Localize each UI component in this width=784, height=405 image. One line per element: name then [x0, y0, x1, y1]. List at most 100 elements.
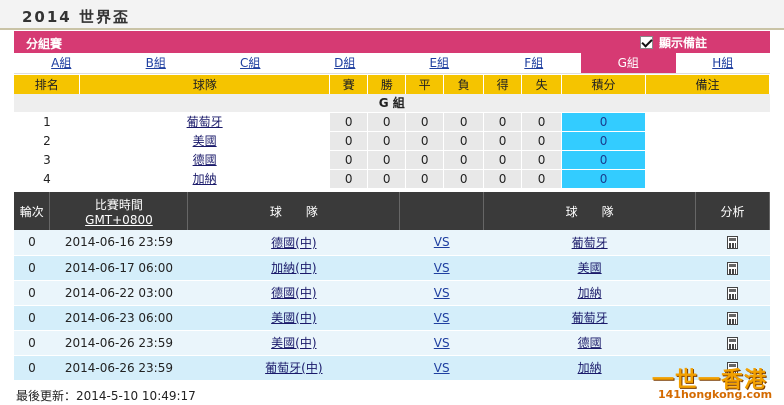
col-rank: 排名 [14, 75, 81, 94]
show-remarks-checkbox[interactable] [640, 36, 653, 49]
calculator-icon[interactable] [727, 336, 739, 350]
tab-group-f[interactable]: F組 [487, 53, 582, 73]
away-team-link[interactable]: 加納 [578, 286, 602, 300]
page-title: 2014 世界盃 [22, 8, 130, 26]
show-remarks-toggle[interactable]: 顯示備註 [640, 34, 707, 51]
tab-group-h[interactable]: H組 [676, 53, 771, 73]
tab-group-g[interactable]: G組 [581, 53, 676, 73]
col-goals-against: 失 [521, 75, 563, 94]
won: 0 [367, 168, 407, 189]
stage-bar: 分組賽 顯示備註 [14, 31, 770, 53]
home-team-link[interactable]: 葡萄牙(中) [265, 361, 322, 375]
home-team-link[interactable]: 德國(中) [271, 236, 316, 250]
goals-against: 0 [521, 111, 563, 132]
calculator-icon[interactable] [727, 236, 739, 250]
col-points: 積分 [561, 75, 646, 94]
home-team-link[interactable]: 美國(中) [271, 311, 316, 325]
col-vs [399, 192, 485, 230]
vs-link[interactable]: VS [434, 286, 450, 300]
watermark-logo: 一世一香港 141hongkong.com [652, 362, 782, 404]
standings-row: 3 德國 0 0 0 0 0 0 0 [14, 149, 770, 170]
points: 0 [561, 111, 646, 132]
round: 0 [14, 255, 50, 281]
show-remarks-label: 顯示備註 [659, 36, 708, 50]
col-match-time: 比賽時間 GMT+0800 [49, 192, 189, 230]
team-link[interactable]: 德國 [193, 153, 217, 167]
match-time: 2014-06-26 23:59 [49, 330, 188, 356]
col-round: 輪次 [14, 192, 51, 230]
vs-link[interactable]: VS [434, 311, 450, 325]
points: 0 [561, 149, 646, 170]
won: 0 [367, 130, 407, 151]
match-row: 0 2014-06-26 23:59 美國(中) VS 德國 [14, 330, 770, 356]
tab-group-e[interactable]: E組 [392, 53, 487, 73]
col-team: 球隊 [79, 75, 331, 94]
played: 0 [329, 149, 369, 170]
goals-for: 0 [483, 168, 523, 189]
standings-row: 4 加納 0 0 0 0 0 0 0 [14, 168, 770, 189]
team-link[interactable]: 美國 [193, 134, 217, 148]
remarks [646, 169, 770, 188]
played: 0 [329, 111, 369, 132]
matches-header-row: 輪次 比賽時間 GMT+0800 球 隊 球 隊 分析 [14, 192, 770, 230]
lost: 0 [443, 111, 485, 132]
match-time: 2014-06-16 23:59 [49, 230, 188, 256]
standings-table: 排名 球隊 賽 勝 平 負 得 失 積分 備注 G 組 1 葡萄牙 0 0 0 … [14, 75, 770, 189]
calculator-icon[interactable] [727, 286, 739, 300]
calculator-icon[interactable] [727, 261, 739, 275]
away-team-link[interactable]: 葡萄牙 [572, 236, 608, 250]
away-team-link[interactable]: 德國 [578, 336, 602, 350]
remarks [646, 112, 770, 131]
team-link[interactable]: 加納 [193, 172, 217, 186]
drawn: 0 [405, 111, 445, 132]
round: 0 [14, 280, 50, 306]
col-goals-for: 得 [483, 75, 523, 94]
watermark-url: 141hongkong.com [658, 388, 773, 401]
match-time: 2014-06-17 06:00 [49, 255, 188, 281]
matches-table: 輪次 比賽時間 GMT+0800 球 隊 球 隊 分析 0 2014-06-16… [14, 192, 770, 381]
vs-link[interactable]: VS [434, 235, 450, 249]
col-played: 賽 [329, 75, 369, 94]
home-team-link[interactable]: 加納(中) [271, 261, 316, 275]
standings-header-row: 排名 球隊 賽 勝 平 負 得 失 積分 備注 [14, 75, 770, 94]
away-team-link[interactable]: 加納 [578, 361, 602, 375]
points: 0 [561, 130, 646, 151]
match-time: 2014-06-23 06:00 [49, 305, 188, 331]
won: 0 [367, 149, 407, 170]
stage-label: 分組賽 [26, 37, 63, 51]
col-lost: 負 [443, 75, 485, 94]
rank: 3 [43, 152, 51, 167]
tab-group-a[interactable]: A組 [14, 53, 109, 73]
goals-for: 0 [483, 149, 523, 170]
group-label-row: G 組 [14, 94, 770, 112]
group-tabs: A組 B組 C組 D組 E組 F組 G組 H組 [14, 53, 770, 74]
drawn: 0 [405, 168, 445, 189]
match-row: 0 2014-06-16 23:59 德國(中) VS 葡萄牙 [14, 230, 770, 256]
tab-group-d[interactable]: D組 [298, 53, 393, 73]
calculator-icon[interactable] [727, 311, 739, 325]
vs-link[interactable]: VS [434, 336, 450, 350]
round: 0 [14, 355, 50, 381]
vs-link[interactable]: VS [434, 361, 450, 375]
tab-group-b[interactable]: B組 [109, 53, 204, 73]
standings-row: 2 美國 0 0 0 0 0 0 0 [14, 130, 770, 151]
match-row: 0 2014-06-23 06:00 美國(中) VS 葡萄牙 [14, 305, 770, 331]
team-link[interactable]: 葡萄牙 [187, 115, 223, 129]
match-row: 0 2014-06-17 06:00 加納(中) VS 美國 [14, 255, 770, 281]
timezone-link[interactable]: GMT+0800 [50, 213, 187, 227]
goals-for: 0 [483, 130, 523, 151]
home-team-link[interactable]: 德國(中) [271, 286, 316, 300]
away-team-link[interactable]: 葡萄牙 [572, 311, 608, 325]
lost: 0 [443, 168, 485, 189]
goals-against: 0 [521, 168, 563, 189]
match-time: 2014-06-26 23:59 [49, 355, 188, 381]
won: 0 [367, 111, 407, 132]
match-time-label: 比賽時間 [94, 197, 143, 212]
col-home-team: 球 隊 [187, 192, 401, 230]
tab-group-c[interactable]: C組 [203, 53, 298, 73]
home-team-link[interactable]: 美國(中) [271, 336, 316, 350]
away-team-link[interactable]: 美國 [578, 261, 602, 275]
vs-link[interactable]: VS [434, 261, 450, 275]
rank: 4 [43, 171, 51, 186]
round: 0 [14, 230, 50, 256]
